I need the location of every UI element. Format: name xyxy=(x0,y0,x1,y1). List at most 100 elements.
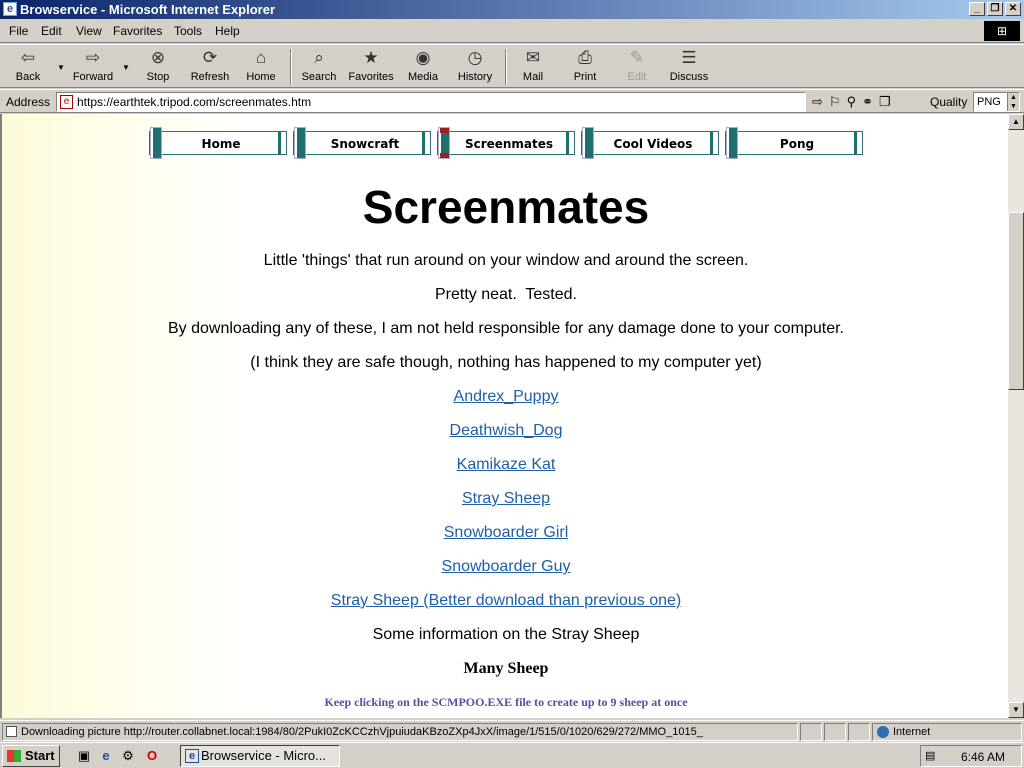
back-dropdown-icon[interactable]: ▼ xyxy=(57,63,65,72)
vertical-scrollbar[interactable]: ▲ ▼ xyxy=(1008,114,1024,718)
page-title: Screenmates xyxy=(362,181,650,233)
intro-text-4: (I think they are safe though, nothing h… xyxy=(250,354,762,371)
clock: 6:46 AM xyxy=(960,750,1005,764)
intro-text-1: Little 'things' that run around on your … xyxy=(263,252,749,269)
discuss-icon: ☰ xyxy=(681,48,697,67)
print-button[interactable]: ⎙ Print xyxy=(570,47,600,87)
quality-value: PNG xyxy=(977,96,1001,108)
binoculars-icon[interactable]: ⚭ xyxy=(862,94,873,110)
link-deathwish-dog[interactable]: Deathwish_Dog xyxy=(450,422,563,439)
status-pane xyxy=(800,723,822,741)
intro-text-3: By downloading any of these, I am not he… xyxy=(168,320,844,337)
nav-screenmates[interactable]: Screenmates xyxy=(437,127,575,159)
intro-text-2: Pretty neat. Tested. xyxy=(434,286,577,303)
media-button[interactable]: ◉ Media xyxy=(406,47,440,87)
system-tray: ▤ 6:46 AM xyxy=(920,745,1022,767)
ie-icon: e xyxy=(185,749,199,763)
nav-pong[interactable]: Pong xyxy=(725,127,863,159)
menu-bar: File Edit View Favorites Tools Help ⊞ xyxy=(0,19,1024,43)
bookmark-icon[interactable]: ⚐ xyxy=(829,94,841,110)
page-content: Home Snowcraft Screenmates Cool Videos P… xyxy=(0,114,1008,718)
opera-icon[interactable]: O xyxy=(144,748,160,764)
download-page-icon xyxy=(6,726,17,737)
history-icon: ◷ xyxy=(467,48,483,67)
refresh-button[interactable]: ⟳ Refresh xyxy=(188,47,232,87)
sheep-note: Keep clicking on the SCMPOO.EXE file to … xyxy=(324,695,688,709)
windows-flag-icon xyxy=(7,750,21,762)
link-stray-sheep-better[interactable]: Stray Sheep (Better download than previo… xyxy=(331,592,681,609)
nav-snowcraft[interactable]: Snowcraft xyxy=(293,127,431,159)
home-icon: ⌂ xyxy=(255,48,267,67)
find-icon[interactable]: ⚲ xyxy=(847,94,857,110)
nav-cool-videos[interactable]: Cool Videos xyxy=(581,127,719,159)
link-stray-sheep[interactable]: Stray Sheep xyxy=(462,490,550,507)
link-kamikaze-kat[interactable]: Kamikaze Kat xyxy=(457,456,556,473)
title-bar: e Browservice - Microsoft Internet Explo… xyxy=(0,0,1024,19)
stop-icon: ⊗ xyxy=(150,48,166,67)
favorites-folder-icon: ★ xyxy=(363,48,379,67)
mail-icon: ✉ xyxy=(525,48,541,67)
many-sheep-heading: Many Sheep xyxy=(463,660,549,677)
info-text: Some information on the Stray Sheep xyxy=(372,626,640,643)
search-button[interactable]: ⌕ Search xyxy=(300,47,338,87)
quality-label: Quality xyxy=(930,95,968,109)
network-tray-icon[interactable]: ▤ xyxy=(925,749,941,763)
scroll-thumb[interactable] xyxy=(1008,212,1024,390)
network-icon[interactable]: ⚙ xyxy=(120,748,136,764)
favorites-button[interactable]: ★ Favorites xyxy=(346,47,396,87)
address-bar: Address e https://earthtek.tripod.com/sc… xyxy=(0,89,1024,113)
back-button[interactable]: ⇦ Back xyxy=(8,47,48,87)
status-pane xyxy=(824,723,846,741)
close-button[interactable]: ✕ xyxy=(1005,2,1021,16)
quality-spinner-icon[interactable]: ▲ ▼ xyxy=(1007,93,1019,111)
link-snowboarder-girl[interactable]: Snowboarder Girl xyxy=(444,524,569,541)
search-icon: ⌕ xyxy=(314,48,324,67)
address-input[interactable]: e https://earthtek.tripod.com/screenmate… xyxy=(56,92,806,112)
scroll-down-icon[interactable]: ▼ xyxy=(1008,702,1024,718)
forward-dropdown-icon[interactable]: ▼ xyxy=(122,63,130,72)
discuss-button[interactable]: ☰ Discuss xyxy=(668,47,710,87)
history-button[interactable]: ◷ History xyxy=(456,47,494,87)
go-arrow-icon[interactable]: ⇨ xyxy=(812,94,823,110)
forward-button[interactable]: ⇨ Forward xyxy=(70,47,116,87)
quality-select[interactable]: PNG ▲ ▼ xyxy=(973,92,1020,112)
window-title: Browservice - Microsoft Internet Explore… xyxy=(20,2,276,17)
back-arrow-icon: ⇦ xyxy=(20,48,36,67)
page-icon: e xyxy=(60,95,73,109)
mail-button[interactable]: ✉ Mail xyxy=(518,47,548,87)
stop-button[interactable]: ⊗ Stop xyxy=(140,47,176,87)
ie-logo-icon: e xyxy=(3,2,17,16)
show-desktop-icon[interactable]: ▣ xyxy=(76,748,92,764)
link-andrex-puppy[interactable]: Andrex_Puppy xyxy=(454,388,559,405)
address-url: https://earthtek.tripod.com/screenmates.… xyxy=(77,95,312,109)
edit-icon: ✎ xyxy=(629,48,645,67)
menu-view[interactable]: View xyxy=(76,24,102,38)
address-label: Address xyxy=(6,95,51,109)
nav-home[interactable]: Home xyxy=(149,127,287,159)
menu-file[interactable]: File xyxy=(9,24,28,38)
restore-button[interactable]: ❐ xyxy=(987,2,1003,16)
link-snowboarder-guy[interactable]: Snowboarder Guy xyxy=(442,558,571,575)
security-zone: Internet xyxy=(872,723,1022,741)
start-button[interactable]: Start xyxy=(2,745,60,767)
status-bar: Downloading picture http://router.collab… xyxy=(0,720,1024,742)
forward-arrow-icon: ⇨ xyxy=(85,48,101,67)
edit-button[interactable]: ✎ Edit xyxy=(622,47,652,87)
clipboard-icon[interactable]: ❐ xyxy=(879,94,891,110)
globe-icon xyxy=(877,726,889,738)
toolbar-separator xyxy=(505,49,507,85)
print-icon: ⎙ xyxy=(578,48,592,67)
menu-favorites[interactable]: Favorites xyxy=(113,24,162,38)
toolbar-separator xyxy=(290,49,292,85)
status-message: Downloading picture http://router.collab… xyxy=(2,723,798,741)
menu-help[interactable]: Help xyxy=(215,24,240,38)
scroll-up-icon[interactable]: ▲ xyxy=(1008,114,1024,130)
site-nav: Home Snowcraft Screenmates Cool Videos P… xyxy=(149,127,869,159)
menu-edit[interactable]: Edit xyxy=(41,24,62,38)
toolbar: ⇦ Back ▼ ⇨ Forward ▼ ⊗ Stop ⟳ Refresh ⌂ … xyxy=(0,44,1024,88)
menu-tools[interactable]: Tools xyxy=(174,24,202,38)
minimize-button[interactable]: _ xyxy=(969,2,985,16)
ie-quicklaunch-icon[interactable]: e xyxy=(98,748,114,764)
taskbar-ie-window[interactable]: e Browservice - Micro... xyxy=(180,745,340,767)
home-button[interactable]: ⌂ Home xyxy=(244,47,278,87)
